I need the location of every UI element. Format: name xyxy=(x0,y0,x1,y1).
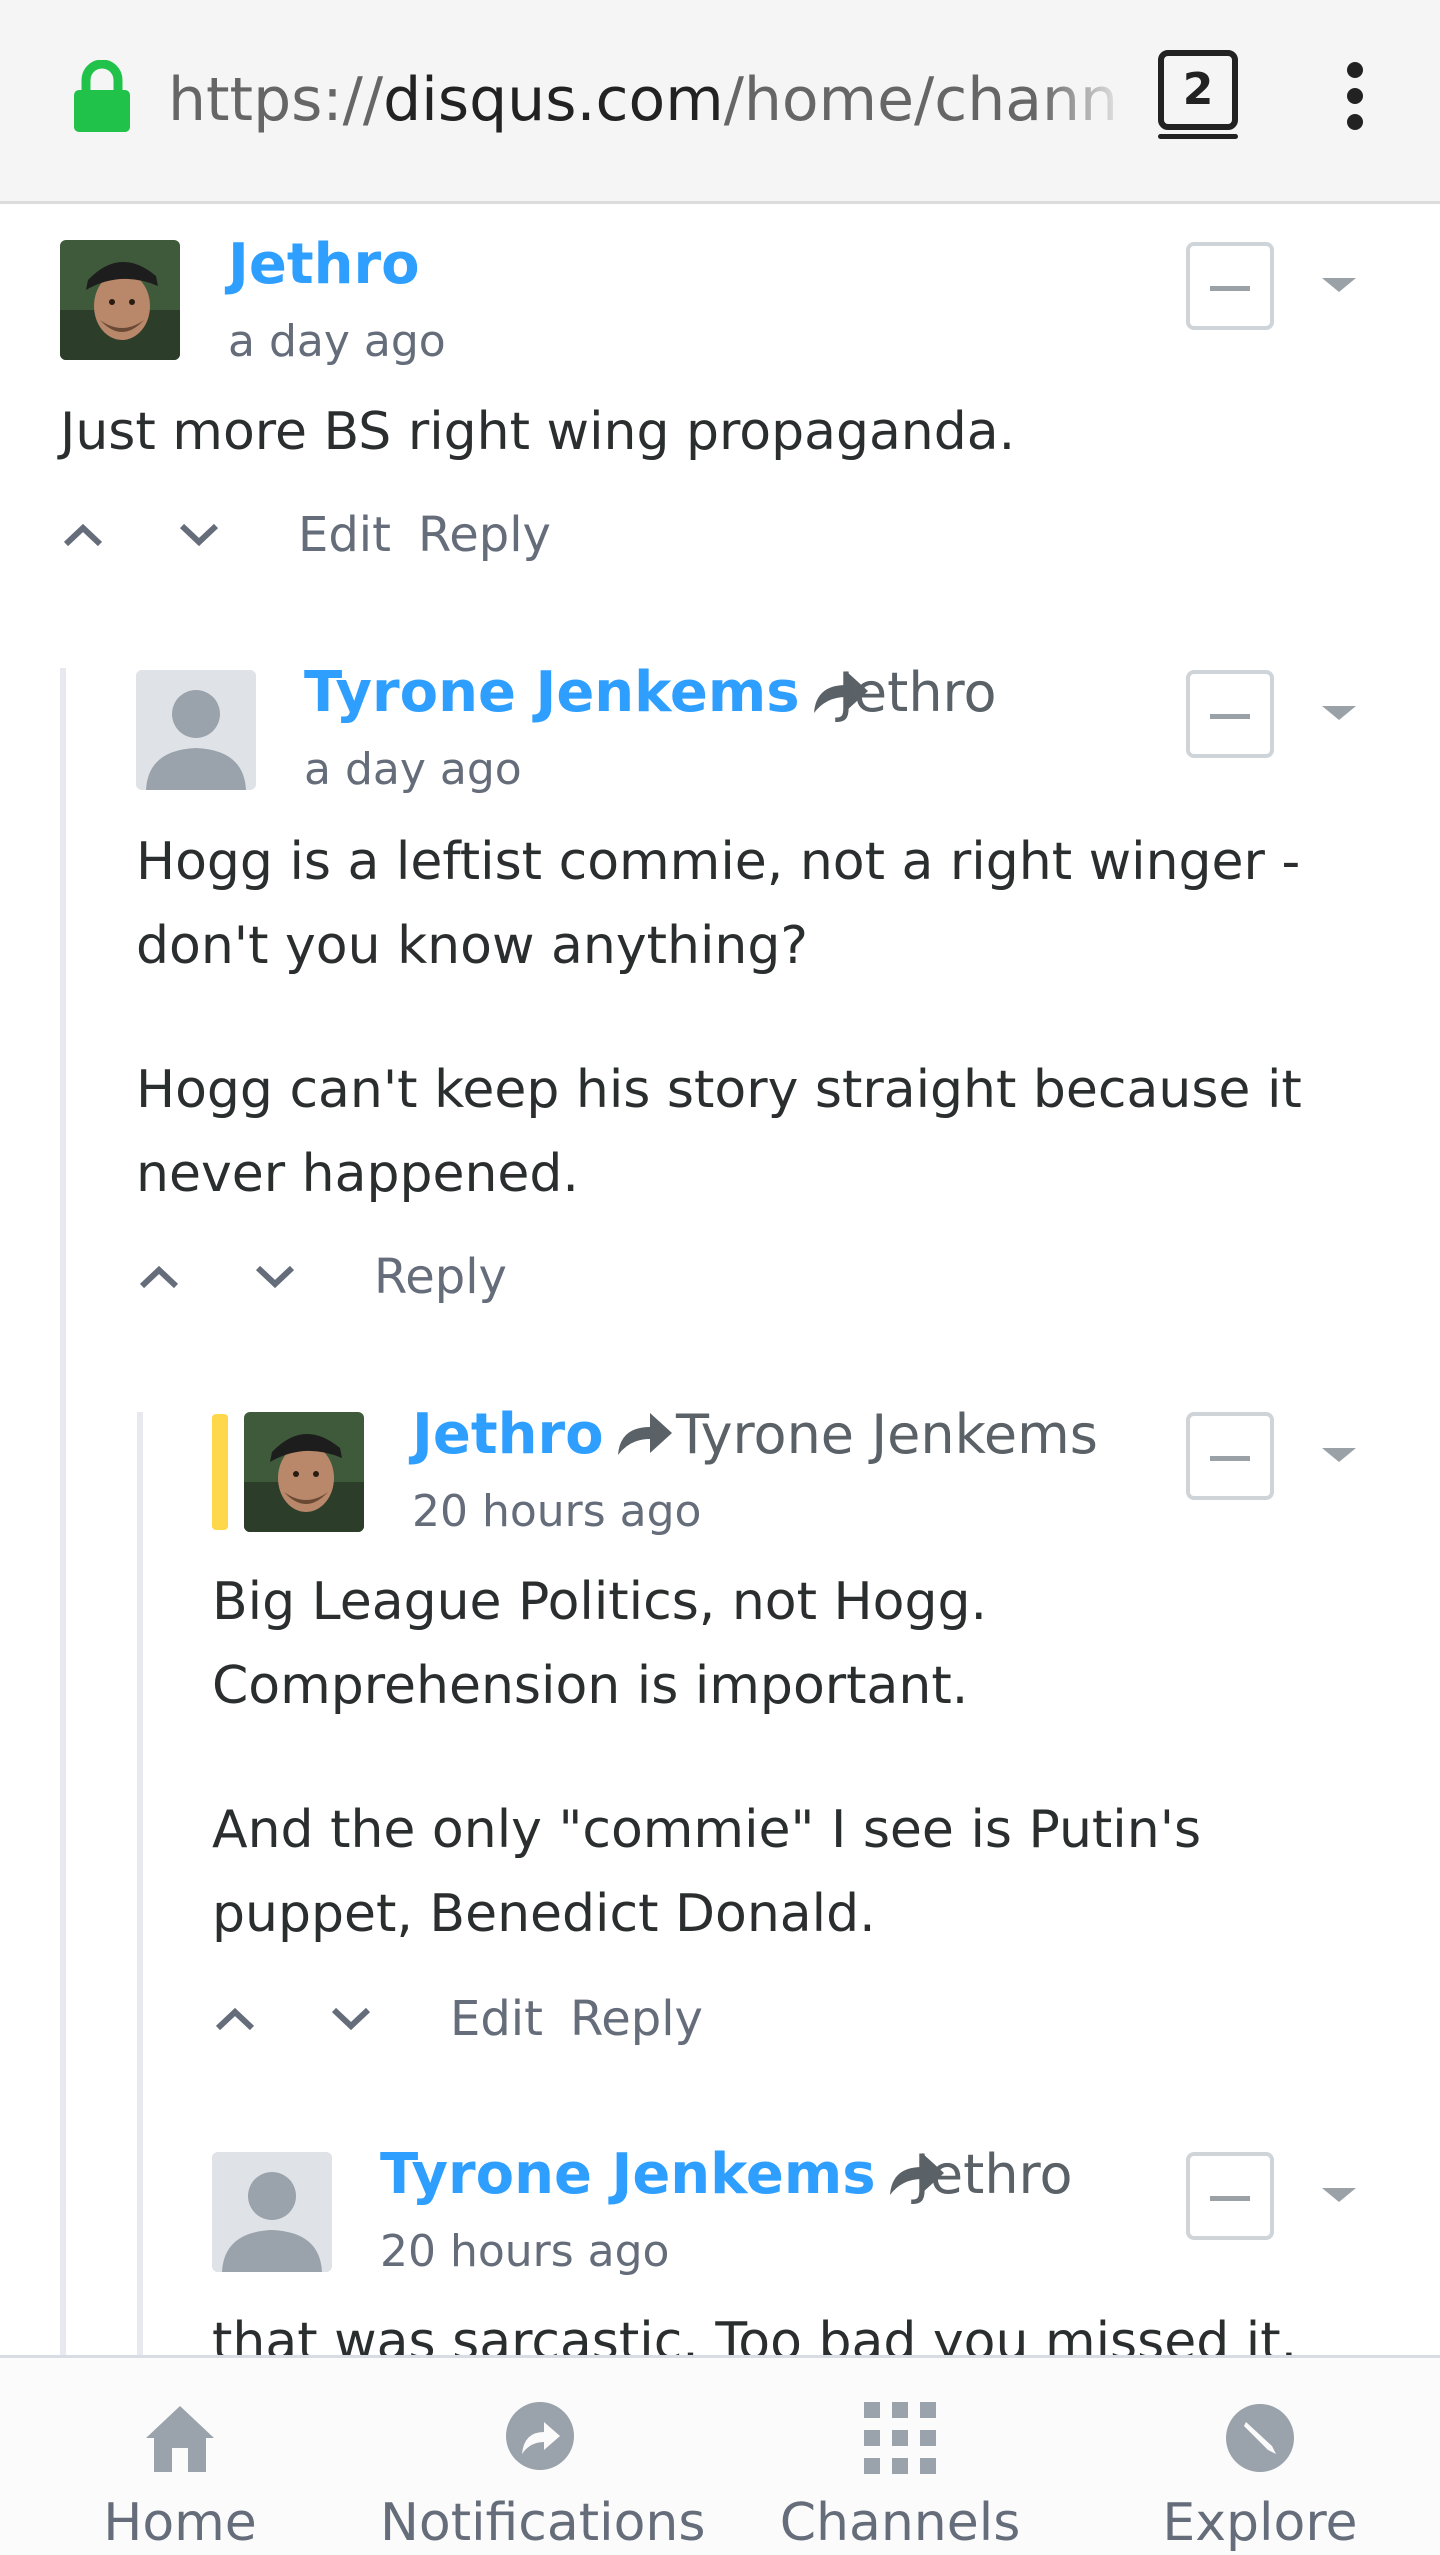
nav-notifications[interactable]: Notifications xyxy=(380,2398,705,2553)
collapse-button[interactable] xyxy=(1186,2152,1274,2240)
nav-label: Notifications xyxy=(380,2493,706,2553)
reply-to-author[interactable]: Jethro xyxy=(914,2140,1073,2210)
nav-label: Explore xyxy=(1162,2493,1358,2553)
comment-line: that was sarcastic. Too bad you missed i… xyxy=(212,2312,1298,2355)
comment: Tyrone Jenkems Jethro 20 hours ago that … xyxy=(0,0,1440,2355)
explore-icon xyxy=(1226,2404,1294,2472)
nav-explore[interactable]: Explore xyxy=(1140,2398,1380,2553)
comment-time[interactable]: 20 hours ago xyxy=(380,2224,669,2280)
nav-label: Channels xyxy=(779,2493,1021,2553)
comment-body: that was sarcastic. Too bad you missed i… xyxy=(212,2300,1297,2355)
home-icon xyxy=(146,2406,214,2472)
channels-icon xyxy=(864,2402,936,2474)
nav-label: Home xyxy=(103,2493,257,2553)
nav-home[interactable]: Home xyxy=(60,2398,300,2553)
nav-channels[interactable]: Channels xyxy=(760,2398,1040,2553)
avatar[interactable] xyxy=(212,2152,332,2272)
notifications-icon xyxy=(506,2402,574,2470)
default-avatar-icon xyxy=(212,2152,332,2272)
comment-author[interactable]: Tyrone Jenkems xyxy=(380,2140,946,2210)
chevron-down-icon[interactable] xyxy=(1322,2188,1356,2202)
comment-author-name[interactable]: Tyrone Jenkems xyxy=(380,2142,876,2207)
bottom-navigation: Home Notifications Channels Explore xyxy=(0,2355,1440,2555)
